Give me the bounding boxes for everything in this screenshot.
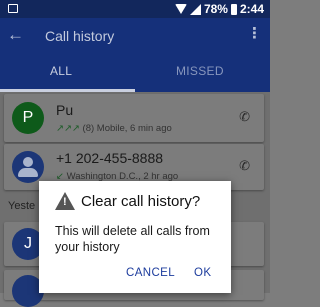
battery-icon (230, 3, 237, 15)
call-log-item-pu[interactable]: P Pu ↗↗↗ (8) Mobile, 6 min ago ✆ (4, 94, 264, 142)
tab-all[interactable]: ALL (50, 64, 72, 78)
clock: 2:44 (239, 2, 264, 16)
clear-history-dialog: ! Clear call history? This will delete a… (39, 181, 231, 293)
dialog-title: Clear call history? (81, 193, 201, 210)
notification-icon (8, 4, 18, 13)
app-bar: ← Call history ⋮ ALL MISSED (0, 18, 270, 92)
warning-exclamation-icon: ! (63, 196, 67, 208)
person-head-icon (23, 157, 33, 167)
contact-name: Pu (56, 102, 74, 118)
outgoing-call-icon: ↗↗↗ (56, 123, 80, 134)
cancel-button[interactable]: CANCEL (126, 267, 175, 279)
more-options-icon[interactable]: ⋮ (247, 26, 262, 41)
phone-icon[interactable]: ✆ (239, 109, 250, 125)
ok-button[interactable]: OK (194, 267, 211, 279)
phone-icon[interactable]: ✆ (239, 158, 250, 174)
back-arrow-icon[interactable]: ← (7, 25, 24, 45)
person-body-icon (18, 168, 38, 177)
contact-number: +1 202-455-8888 (56, 150, 164, 166)
call-details: ↗↗↗ (8) Mobile, 6 min ago (56, 123, 172, 134)
page-title: Call history (45, 28, 115, 44)
avatar[interactable]: P (12, 102, 44, 134)
call-details-text: (8) Mobile, 6 min ago (82, 123, 172, 134)
tab-missed[interactable]: MISSED (176, 64, 224, 78)
avatar-placeholder[interactable] (12, 151, 44, 183)
status-indicators: 78% 2:44 (174, 2, 264, 16)
section-header-yesterday: Yeste (8, 200, 36, 212)
status-bar: 78% 2:44 (0, 0, 270, 18)
signal-icon (189, 3, 201, 15)
battery-percentage: 78% (203, 2, 228, 16)
wifi-icon (174, 4, 187, 14)
dialog-message: This will delete all calls from your his… (55, 224, 210, 254)
